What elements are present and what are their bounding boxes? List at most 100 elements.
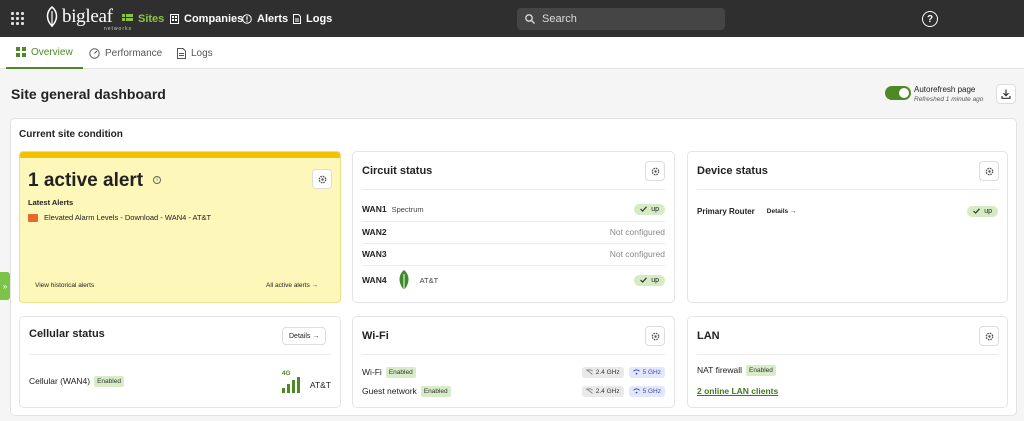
band-5ghz: 5 GHz (628, 366, 665, 378)
document-icon (293, 13, 301, 24)
divider (697, 354, 998, 355)
wifi-row: Wi-Fi Enabled 2.4 GHz 5 GHz (362, 362, 665, 382)
circuit-name: WAN1 (362, 204, 387, 214)
lan-clients-link[interactable]: 2 online LAN clients (697, 386, 778, 396)
nav-sites[interactable]: Sites (122, 0, 164, 37)
wifi-title: Wi-Fi (362, 330, 389, 342)
gear-icon[interactable] (645, 326, 665, 346)
leaf-logo-icon (46, 6, 58, 28)
gear-icon[interactable] (312, 169, 332, 189)
nav-alerts-label: Alerts (257, 12, 289, 25)
device-name: Primary Router (697, 206, 755, 216)
band-2-4ghz: 2.4 GHz (581, 385, 624, 397)
cellular-status-title: Cellular status (29, 328, 105, 340)
sites-icon (122, 13, 133, 21)
autorefresh-label: Autorefresh page (914, 85, 976, 94)
check-icon (640, 206, 648, 212)
nav-companies[interactable]: Companies (170, 0, 243, 37)
nav-sites-label: Sites (138, 12, 165, 25)
alert-circle-icon (242, 13, 252, 24)
cellular-status-card: Cellular status Details → Cellular (WAN4… (19, 316, 341, 408)
alert-list-item[interactable]: Elevated Alarm Levels - Download - WAN4 … (28, 213, 211, 222)
divider (362, 189, 665, 190)
apps-grid-icon[interactable] (11, 12, 24, 25)
wifi-off-icon (585, 369, 593, 375)
view-historical-alerts-link[interactable]: View historical alerts (35, 282, 94, 289)
nat-firewall-row: NAT firewall Enabled (697, 360, 998, 380)
circuit-name: WAN2 (362, 227, 387, 237)
download-icon (1001, 89, 1011, 99)
status-badge: up (634, 274, 665, 286)
enabled-badge: Enabled (746, 364, 776, 376)
device-row-primary-router: Primary Router Details → up (697, 201, 998, 221)
tab-logs-label: Logs (191, 47, 213, 59)
enabled-badge: Enabled (385, 366, 416, 378)
alert-stripe (20, 152, 340, 158)
gear-icon[interactable] (979, 326, 999, 346)
alert-count: 1 active alert (28, 170, 144, 191)
device-details-link[interactable]: Details → (767, 208, 797, 215)
circuit-row-wan3: WAN3 Not configured (362, 244, 665, 264)
divider (697, 189, 998, 190)
enabled-badge: Enabled (420, 385, 451, 397)
guest-network-row: Guest network Enabled 2.4 GHz 5 GHz (362, 381, 665, 401)
wifi-icon (632, 369, 640, 375)
circuit-status-card: Circuit status WAN1 Spectrum up WAN2 Not… (352, 151, 675, 303)
section-title: Current site condition (19, 129, 123, 140)
divider (362, 354, 665, 355)
leaf-icon (399, 270, 409, 290)
status-badge: up (634, 203, 665, 215)
wifi-card: Wi-Fi Wi-Fi Enabled 2.4 GHz 5 GHz Guest … (352, 316, 675, 408)
lan-card: LAN NAT firewall Enabled 2 online LAN cl… (687, 316, 1008, 408)
network-type: 4G (281, 369, 291, 377)
circuit-row-wan1: WAN1 Spectrum up (362, 199, 665, 219)
device-status-title: Device status (697, 165, 768, 177)
autorefresh-toggle[interactable] (885, 86, 911, 100)
wifi-icon (632, 388, 640, 394)
gear-icon[interactable] (979, 161, 999, 181)
download-button[interactable] (996, 84, 1016, 104)
circuit-row-wan4: WAN4 AT&T up (362, 270, 665, 290)
document-icon (177, 47, 186, 59)
circuit-name: WAN3 (362, 249, 387, 259)
lan-title: LAN (697, 330, 720, 342)
overview-icon (16, 47, 26, 57)
tab-overview[interactable]: Overview (6, 37, 83, 69)
tab-overview-label: Overview (31, 46, 73, 58)
refreshed-timestamp: Refreshed 1 minute ago (914, 96, 984, 103)
tab-performance-label: Performance (105, 47, 163, 59)
circuit-name: WAN4 (362, 275, 387, 285)
search-input[interactable]: Search (517, 8, 725, 30)
nav-alerts[interactable]: Alerts (242, 0, 288, 37)
side-panel-toggle[interactable]: » (0, 272, 10, 300)
signal-bars-icon (281, 376, 302, 393)
tab-performance[interactable]: Performance (89, 37, 162, 69)
tab-logs[interactable]: Logs (177, 37, 213, 69)
device-status-card: Device status Primary Router Details → u… (687, 151, 1008, 303)
wifi-label: Guest network (362, 386, 417, 396)
sub-tabs: Overview Performance Logs (0, 37, 1024, 69)
nav-logs[interactable]: Logs (293, 0, 332, 37)
gear-icon[interactable] (645, 161, 665, 181)
nat-label: NAT firewall (697, 365, 743, 375)
gauge-icon (89, 47, 100, 59)
top-navbar: bigleaf networks Sites Companies Alerts … (0, 0, 1024, 37)
circuit-status-text: Not configured (609, 227, 665, 237)
cellular-carrier: AT&T (309, 379, 331, 390)
building-icon (170, 13, 179, 24)
wifi-off-icon (585, 388, 593, 394)
check-icon (640, 277, 648, 283)
bigleaf-logo[interactable]: bigleaf networks (44, 6, 131, 32)
check-icon (973, 208, 981, 214)
all-active-alerts-link[interactable]: All active alerts → (266, 282, 318, 289)
circuit-row-wan2: WAN2 Not configured (362, 222, 665, 242)
search-placeholder: Search (542, 13, 577, 25)
help-icon[interactable]: ? (922, 11, 938, 27)
nav-companies-label: Companies (184, 12, 244, 25)
info-icon[interactable]: i (153, 176, 161, 184)
circuit-status-text: Not configured (609, 249, 665, 259)
cellular-details-button[interactable]: Details → (282, 327, 327, 345)
cellular-row: Cellular (WAN4) Enabled 4G AT&T (29, 369, 331, 393)
nav-logs-label: Logs (306, 12, 333, 25)
alert-flag-icon (28, 213, 38, 222)
